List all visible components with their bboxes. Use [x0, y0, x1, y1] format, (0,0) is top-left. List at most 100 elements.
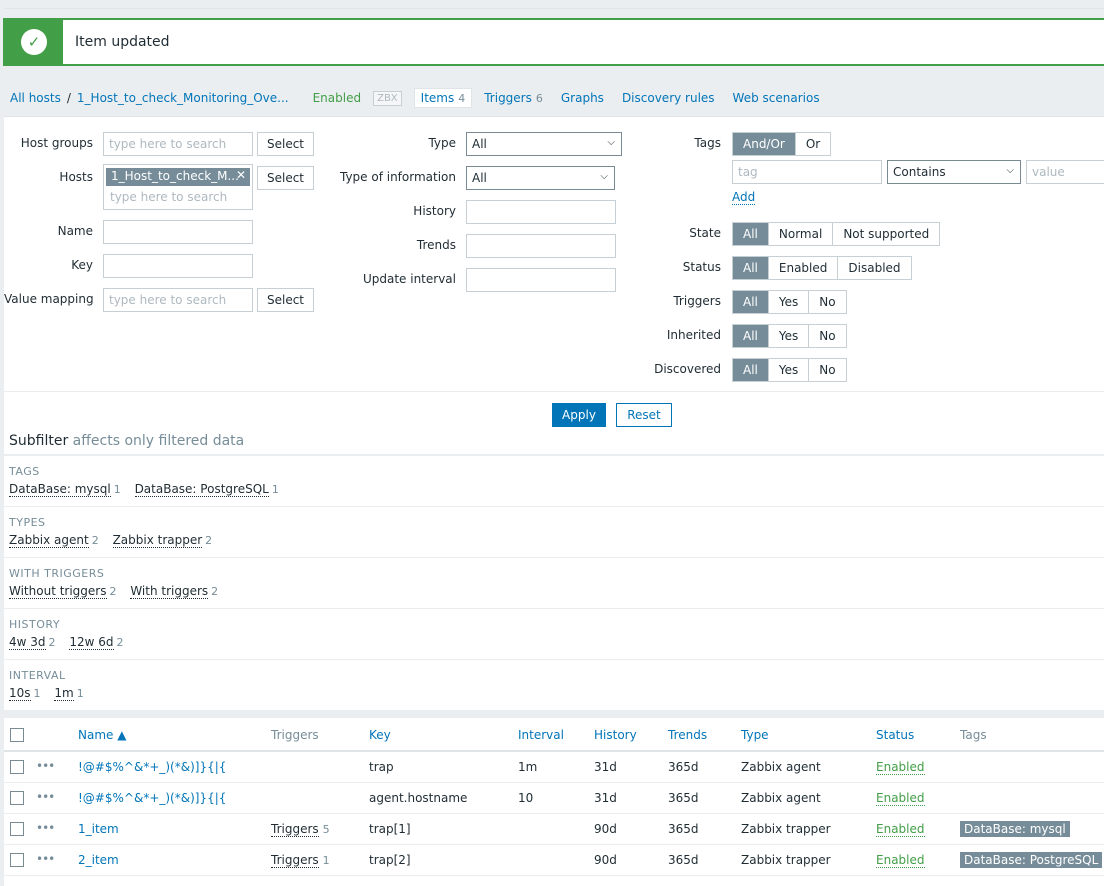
breadcrumb-all-hosts[interactable]: All hosts	[10, 91, 61, 105]
inherited-no-option[interactable]: No	[808, 325, 846, 347]
row-checkbox[interactable]	[10, 853, 24, 867]
tag-operator-select[interactable]: Contains ⌵	[887, 160, 1021, 184]
subfilter-item[interactable]: DataBase: mysql	[9, 482, 111, 497]
item-name-link[interactable]: 2_item	[78, 853, 119, 867]
type-of-information-select[interactable]: All ⌵	[466, 166, 615, 190]
tags-andor-option[interactable]: And/Or	[733, 133, 795, 155]
item-status-label[interactable]: Enabled	[876, 853, 925, 868]
tag-value-input[interactable]: value	[1026, 160, 1104, 184]
apply-button[interactable]: Apply	[552, 403, 606, 427]
tab-discovery-rules[interactable]: Discovery rules	[616, 89, 721, 107]
select-all-checkbox[interactable]	[10, 728, 24, 742]
status-disabled-option[interactable]: Disabled	[837, 257, 911, 279]
column-header-history[interactable]: History	[594, 728, 637, 742]
state-all-option[interactable]: All	[733, 223, 768, 245]
value-mapping-input[interactable]: type here to search	[103, 288, 253, 312]
status-enabled-option[interactable]: Enabled	[767, 257, 838, 279]
status-toggle[interactable]: All Enabled Disabled	[732, 256, 912, 280]
column-header-name[interactable]: Name ▲	[78, 728, 126, 742]
triggers-toggle[interactable]: All Yes No	[732, 290, 847, 314]
subfilter-item[interactable]: Zabbix agent	[9, 533, 89, 548]
discovered-yes-option[interactable]: Yes	[767, 359, 809, 381]
row-checkbox[interactable]	[10, 822, 24, 836]
add-tag-link[interactable]: Add	[732, 190, 756, 205]
tab-graphs[interactable]: Graphs	[555, 89, 610, 107]
item-tag[interactable]: DataBase: PostgreSQL	[960, 852, 1103, 868]
column-header-interval[interactable]: Interval	[518, 728, 564, 742]
subfilter-item[interactable]: 12w 6d	[69, 635, 114, 650]
status-all-option[interactable]: All	[733, 257, 768, 279]
tab-items-label[interactable]: Items	[421, 91, 455, 105]
subfilter-history-items: 4w 3d 2 12w 6d 2	[9, 635, 134, 650]
value-mapping-select-button[interactable]: Select	[257, 288, 314, 312]
item-tag[interactable]: DataBase: mysql	[960, 821, 1070, 837]
host-status-enabled[interactable]: Enabled	[313, 91, 362, 105]
breadcrumb-host[interactable]: 1_Host_to_check_Monitoring_Ove...	[77, 91, 289, 105]
item-name-link[interactable]: 1_item	[78, 822, 119, 836]
column-header-key[interactable]: Key	[369, 728, 391, 742]
more-actions-icon[interactable]: •••	[36, 759, 55, 773]
more-actions-icon[interactable]: •••	[36, 821, 55, 835]
item-name-link[interactable]: !@#$%^&*+_)(*&)]}{|{	[78, 791, 226, 805]
discovered-all-option[interactable]: All	[733, 359, 768, 381]
tag-name-input[interactable]: tag	[732, 160, 882, 184]
item-name-link[interactable]: !@#$%^&*+_)(*&)]}{|{	[78, 760, 226, 774]
item-status-label[interactable]: Enabled	[876, 760, 925, 775]
tab-web-scenarios[interactable]: Web scenarios	[727, 89, 826, 107]
tags-or-option[interactable]: Or	[794, 133, 831, 155]
inherited-all-option[interactable]: All	[733, 325, 768, 347]
state-normal-option[interactable]: Normal	[767, 223, 833, 245]
hosts-multiselect[interactable]: 1_Host_to_check_M... ✕ type here to searc…	[103, 164, 253, 210]
history-input[interactable]	[466, 200, 616, 224]
state-not-supported-option[interactable]: Not supported	[832, 223, 940, 245]
more-actions-icon[interactable]: •••	[36, 790, 55, 804]
item-status[interactable]: Enabled	[876, 791, 925, 806]
subfilter-item[interactable]: Without triggers	[9, 584, 107, 599]
item-status[interactable]: Enabled	[876, 853, 925, 868]
tab-triggers-label[interactable]: Triggers	[484, 91, 532, 105]
item-status[interactable]: Enabled	[876, 822, 925, 837]
item-status[interactable]: Enabled	[876, 760, 925, 775]
reset-button[interactable]: Reset	[616, 403, 672, 427]
subfilter-count: 2	[205, 534, 213, 547]
hosts-search-input[interactable]: type here to search	[110, 190, 227, 204]
item-status-label[interactable]: Enabled	[876, 822, 925, 837]
tab-triggers[interactable]: Triggers 6	[478, 89, 549, 107]
state-toggle[interactable]: All Normal Not supported	[732, 222, 941, 246]
item-triggers-link[interactable]: Triggers	[271, 822, 319, 837]
tab-items[interactable]: Items 4	[413, 88, 473, 108]
row-checkbox[interactable]	[10, 791, 24, 805]
host-groups-input[interactable]: type here to search	[103, 132, 253, 156]
header-divider	[4, 750, 1104, 752]
name-input[interactable]	[103, 220, 253, 244]
item-triggers[interactable]: Triggers 5	[271, 822, 330, 837]
inherited-toggle[interactable]: All Yes No	[732, 324, 847, 348]
subfilter-item[interactable]: Zabbix trapper	[112, 533, 203, 548]
type-select[interactable]: All ⌵	[466, 132, 622, 156]
subfilter-item[interactable]: With triggers	[130, 584, 209, 599]
more-actions-icon[interactable]: •••	[36, 852, 55, 866]
item-status-label[interactable]: Enabled	[876, 791, 925, 806]
row-checkbox[interactable]	[10, 760, 24, 774]
tags-evaltype-toggle[interactable]: And/Or Or	[732, 132, 832, 156]
chip-remove-icon[interactable]: ✕	[236, 168, 246, 182]
triggers-yes-option[interactable]: Yes	[767, 291, 809, 313]
item-triggers[interactable]: Triggers 1	[271, 853, 330, 868]
triggers-all-option[interactable]: All	[733, 291, 768, 313]
key-input[interactable]	[103, 254, 253, 278]
triggers-no-option[interactable]: No	[808, 291, 846, 313]
discovered-toggle[interactable]: All Yes No	[732, 358, 847, 382]
subfilter-item[interactable]: 1m	[54, 686, 74, 701]
state-label: State	[689, 226, 721, 240]
subfilter-item[interactable]: 10s	[9, 686, 31, 701]
discovered-no-option[interactable]: No	[808, 359, 846, 381]
inherited-yes-option[interactable]: Yes	[767, 325, 809, 347]
column-header-type[interactable]: Type	[741, 728, 769, 742]
update-interval-input[interactable]	[466, 268, 616, 292]
column-header-trends[interactable]: Trends	[668, 728, 707, 742]
column-header-status[interactable]: Status	[876, 728, 914, 742]
item-triggers-link[interactable]: Triggers	[271, 853, 319, 868]
subfilter-item[interactable]: DataBase: PostgreSQL	[134, 482, 269, 497]
trends-input[interactable]	[466, 234, 616, 258]
subfilter-item[interactable]: 4w 3d	[9, 635, 46, 650]
